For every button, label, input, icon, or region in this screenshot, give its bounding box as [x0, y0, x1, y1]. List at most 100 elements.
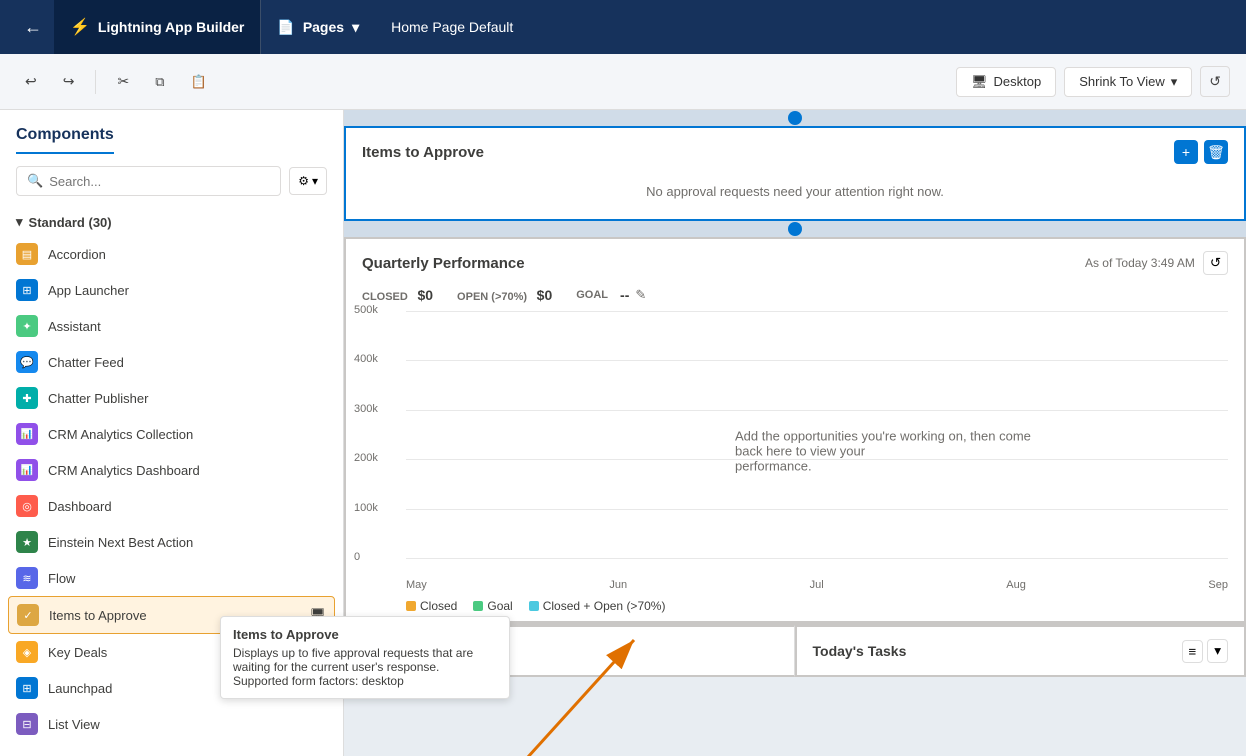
back-button[interactable]: ←: [12, 17, 54, 38]
app-builder-label: Lightning App Builder: [98, 19, 244, 35]
redo-button[interactable]: ↪: [54, 66, 84, 97]
gridline-100k: 100k: [406, 509, 1228, 510]
tasks-list-icon-button[interactable]: ≡: [1182, 640, 1204, 663]
quarterly-stats: CLOSED $0 OPEN (>70%) $0 GOAL -- ✎: [346, 283, 1244, 311]
crm-analytics-collection-icon: 📊: [16, 423, 38, 445]
pages-icon: 📄: [277, 19, 294, 36]
refresh-icon: ↺: [1209, 73, 1221, 89]
tasks-chevron-button[interactable]: ▾: [1207, 639, 1228, 663]
accordion-icon: ▤: [16, 243, 38, 265]
gear-icon: ⚙: [298, 174, 309, 188]
as-of-label: As of Today 3:49 AM: [1085, 256, 1195, 270]
quarterly-refresh-icon: ↺: [1210, 255, 1221, 270]
pages-chevron-icon: ▾: [352, 19, 359, 36]
shrink-to-view-button[interactable]: Shrink To View ▾: [1064, 67, 1192, 97]
paste-button[interactable]: 📋: [182, 67, 216, 97]
chart-empty-message: Add the opportunities you're working on,…: [735, 429, 1035, 474]
edit-goal-button[interactable]: ✎: [635, 287, 646, 303]
search-icon: 🔍: [27, 173, 43, 189]
quarterly-performance-component: Quarterly Performance As of Today 3:49 A…: [344, 237, 1246, 623]
y-label-100k: 100k: [354, 502, 378, 514]
copy-button[interactable]: ⧉: [146, 67, 173, 97]
app-builder-nav-item[interactable]: ⚡ Lightning App Builder: [54, 0, 261, 54]
x-label-jul: Jul: [810, 579, 824, 591]
top-connector-dot: [788, 111, 802, 125]
app-launcher-icon: ⊞: [16, 279, 38, 301]
toolbar: ↩ ↪ ✂ ⧉ 📋 🖥 Desktop Shrink To View ▾ ↺: [0, 54, 1246, 110]
flow-icon: ≋: [16, 567, 38, 589]
gear-settings-button[interactable]: ⚙ ▾: [289, 167, 327, 195]
sidebar-item-label: CRM Analytics Dashboard: [48, 463, 200, 478]
tooltip-line3: Supported form factors: desktop: [233, 674, 497, 688]
group-label: Standard (30): [29, 215, 112, 230]
dashboard-icon: ◎: [16, 495, 38, 517]
tasks-header: Today's Tasks ≡ ▾: [813, 639, 1229, 663]
sidebar-item-label: Chatter Publisher: [48, 391, 148, 406]
x-label-may: May: [406, 579, 427, 591]
assistant-icon: ✦: [16, 315, 38, 337]
legend-goal: Goal: [473, 599, 512, 613]
sidebar-item-chatter-publisher[interactable]: ✚ Chatter Publisher: [0, 380, 343, 416]
tooltip-title: Items to Approve: [233, 627, 497, 642]
add-component-button[interactable]: +: [1174, 140, 1198, 164]
sidebar-title: Components: [16, 126, 114, 154]
legend-closed-open-label: Closed + Open (>70%): [543, 599, 666, 613]
desktop-view-button[interactable]: 🖥 Desktop: [956, 67, 1056, 97]
undo-button[interactable]: ↩: [16, 66, 46, 97]
sidebar-item-flow[interactable]: ≋ Flow: [0, 560, 343, 596]
main-layout: Components 🔍 ⚙ ▾ ▾ Standard (30) ▤ Accor…: [0, 110, 1246, 756]
search-input[interactable]: [49, 174, 270, 189]
sidebar-item-label: CRM Analytics Collection: [48, 427, 193, 442]
top-navigation: ← ⚡ Lightning App Builder 📄 Pages ▾ Home…: [0, 0, 1246, 54]
sidebar-item-assistant[interactable]: ✦ Assistant: [0, 308, 343, 344]
quarterly-refresh-button[interactable]: ↺: [1203, 251, 1228, 275]
sidebar-item-accordion[interactable]: ▤ Accordion: [0, 236, 343, 272]
top-connector: [344, 110, 1246, 126]
pages-nav-item[interactable]: 📄 Pages ▾: [261, 0, 375, 54]
edit-icon: ✎: [635, 287, 646, 302]
einstein-icon: ★: [16, 531, 38, 553]
sidebar-item-crm-analytics-dashboard[interactable]: 📊 CRM Analytics Dashboard: [0, 452, 343, 488]
sidebar-item-einstein[interactable]: ★ Einstein Next Best Action: [0, 524, 343, 560]
sidebar-item-label: Launchpad: [48, 681, 112, 696]
sidebar-item-label: Items to Approve: [49, 608, 147, 623]
sidebar-item-chatter-feed[interactable]: 💬 Chatter Feed: [0, 344, 343, 380]
back-icon: ←: [24, 17, 42, 38]
crm-analytics-dashboard-icon: 📊: [16, 459, 38, 481]
gridline-500k: 500k: [406, 311, 1228, 312]
closed-stat: CLOSED $0: [362, 287, 433, 303]
sidebar-item-list-view[interactable]: ⊟ List View: [0, 706, 343, 742]
sidebar-header: Components: [0, 110, 343, 154]
y-label-200k: 200k: [354, 452, 378, 464]
delete-component-button[interactable]: 🗑: [1204, 140, 1228, 164]
x-label-sep: Sep: [1208, 579, 1228, 591]
sidebar-item-dashboard[interactable]: ◎ Dashboard: [0, 488, 343, 524]
pages-label: Pages: [303, 19, 344, 35]
refresh-button[interactable]: ↺: [1200, 66, 1230, 97]
items-to-approve-title: Items to Approve: [362, 144, 484, 161]
search-row: 🔍 ⚙ ▾: [0, 154, 343, 208]
items-to-approve-tooltip: Items to Approve Displays up to five app…: [220, 616, 510, 699]
closed-label: CLOSED: [362, 291, 408, 303]
search-box[interactable]: 🔍: [16, 166, 281, 196]
sidebar-item-crm-analytics-collection[interactable]: 📊 CRM Analytics Collection: [0, 416, 343, 452]
cut-button[interactable]: ✂: [108, 66, 138, 97]
middle-connector-dot: [788, 222, 802, 236]
y-label-400k: 400k: [354, 353, 378, 365]
list-view-icon: ⊟: [16, 713, 38, 735]
desktop-label: Desktop: [994, 74, 1042, 89]
legend-goal-dot: [473, 601, 483, 611]
sidebar-item-label: Dashboard: [48, 499, 112, 514]
open-stat: OPEN (>70%) $0: [457, 287, 552, 303]
todays-tasks-card: Today's Tasks ≡ ▾: [795, 625, 1246, 677]
sidebar-item-app-launcher[interactable]: ⊞ App Launcher: [0, 272, 343, 308]
standard-group-header[interactable]: ▾ Standard (30): [0, 208, 343, 236]
desktop-icon: 🖥: [971, 74, 988, 90]
x-label-aug: Aug: [1006, 579, 1026, 591]
sidebar-item-label: Chatter Feed: [48, 355, 124, 370]
shrink-label: Shrink To View: [1079, 74, 1165, 89]
items-to-approve-icon: ✓: [17, 604, 39, 626]
open-label: OPEN (>70%): [457, 291, 527, 303]
quarterly-refresh: As of Today 3:49 AM ↺: [1085, 251, 1228, 275]
redo-icon: ↪: [63, 73, 75, 90]
